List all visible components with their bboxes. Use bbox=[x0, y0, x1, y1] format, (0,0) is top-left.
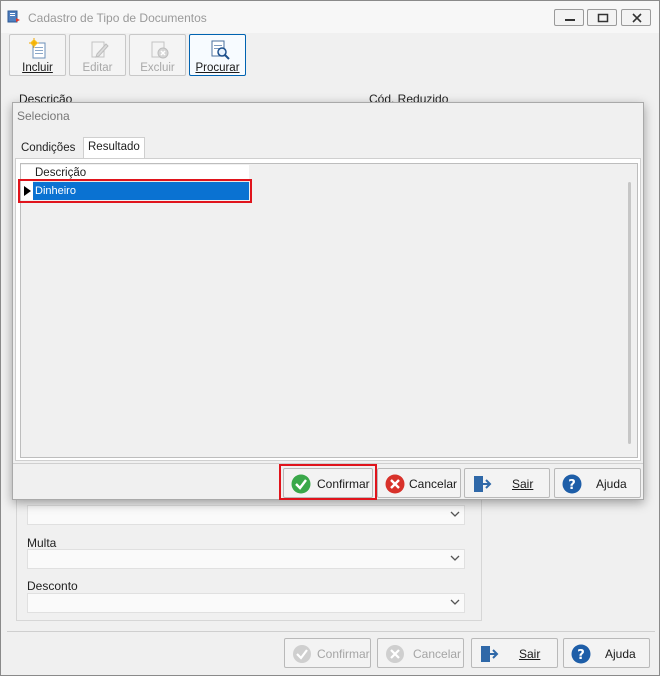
footer-cancelar-label: Cancelar bbox=[413, 647, 462, 661]
footer-ajuda-button[interactable]: ? Ajuda bbox=[563, 638, 650, 668]
help-icon: ? bbox=[562, 474, 582, 494]
dialog-cancelar-button[interactable]: Cancelar bbox=[377, 468, 461, 498]
close-button[interactable] bbox=[621, 9, 651, 26]
main-toolbar: Incluir Editar Excluir Procurar bbox=[7, 33, 653, 77]
main-window: Cadastro de Tipo de Documentos Incluir E… bbox=[0, 0, 660, 676]
grid-column-header-descricao[interactable]: Descrição bbox=[33, 165, 249, 182]
minimize-button[interactable] bbox=[554, 9, 584, 26]
tab-condicoes[interactable]: Condições bbox=[17, 139, 79, 159]
edit-document-icon bbox=[91, 41, 109, 58]
dialog-footer-separator bbox=[13, 463, 643, 464]
dialog-cancelar-label: Cancelar bbox=[409, 477, 458, 491]
column-header-label: Descrição bbox=[35, 167, 87, 179]
row-indicator-header bbox=[21, 165, 33, 182]
row-pointer-icon bbox=[24, 186, 31, 196]
editar-label: Editar bbox=[82, 62, 113, 74]
new-document-icon bbox=[29, 38, 46, 59]
multa-label: Multa bbox=[27, 536, 57, 550]
check-circle-icon bbox=[291, 474, 311, 494]
delete-document-icon bbox=[151, 41, 169, 59]
dialog-ajuda-button[interactable]: ? Ajuda bbox=[554, 468, 641, 498]
dialog-sair-label: Sair bbox=[512, 477, 534, 491]
combo-hidden-field[interactable] bbox=[27, 505, 465, 525]
dialog-title: Seleciona bbox=[17, 109, 70, 123]
maximize-button[interactable] bbox=[587, 9, 617, 26]
svg-text:?: ? bbox=[577, 648, 585, 663]
footer-cancelar-button[interactable]: Cancelar bbox=[377, 638, 464, 668]
chevron-down-icon bbox=[450, 511, 460, 517]
footer-confirmar-label: Confirmar bbox=[317, 647, 370, 661]
editar-button[interactable]: Editar bbox=[69, 34, 126, 76]
dialog-ajuda-label: Ajuda bbox=[596, 477, 627, 491]
window-title: Cadastro de Tipo de Documentos bbox=[28, 11, 207, 25]
cancel-circle-icon bbox=[386, 645, 404, 663]
seleciona-dialog: Seleciona Condições Resultado Descrição … bbox=[12, 102, 644, 500]
excluir-label: Excluir bbox=[140, 62, 175, 74]
cancel-circle-icon bbox=[385, 474, 405, 494]
incluir-button[interactable]: Incluir bbox=[9, 34, 66, 76]
incluir-label: Incluir bbox=[22, 62, 53, 74]
footer-ajuda-label: Ajuda bbox=[605, 647, 636, 661]
svg-text:?: ? bbox=[568, 478, 576, 493]
footer-sair-label: Sair bbox=[519, 647, 541, 661]
table-cell-descricao[interactable]: Dinheiro bbox=[33, 182, 249, 200]
help-icon: ? bbox=[571, 644, 591, 664]
close-icon bbox=[632, 13, 642, 23]
dialog-sair-button[interactable]: Sair bbox=[464, 468, 550, 498]
title-bar: Cadastro de Tipo de Documentos bbox=[1, 1, 659, 33]
document-app-icon bbox=[7, 10, 20, 23]
chevron-down-icon bbox=[450, 555, 460, 561]
table-row[interactable]: Dinheiro bbox=[18, 179, 252, 203]
chevron-down-icon bbox=[450, 599, 460, 605]
dialog-confirmar-button[interactable]: Confirmar bbox=[283, 468, 373, 498]
search-document-icon bbox=[211, 40, 230, 60]
desconto-combo[interactable] bbox=[27, 593, 465, 613]
procurar-label: Procurar bbox=[195, 62, 240, 74]
footer-confirmar-button[interactable]: Confirmar bbox=[284, 638, 371, 668]
multa-combo[interactable] bbox=[27, 549, 465, 569]
exit-door-icon bbox=[481, 646, 499, 662]
tab-resultado[interactable]: Resultado bbox=[83, 137, 145, 159]
excluir-button[interactable]: Excluir bbox=[129, 34, 186, 76]
dialog-confirmar-label: Confirmar bbox=[317, 477, 370, 491]
resultado-panel: Descrição Dinheiro bbox=[15, 158, 641, 461]
footer-sair-button[interactable]: Sair bbox=[471, 638, 558, 668]
footer-separator bbox=[7, 631, 655, 632]
minimize-icon bbox=[565, 19, 575, 21]
check-circle-icon bbox=[293, 645, 311, 663]
maximize-icon bbox=[597, 13, 609, 23]
procurar-button[interactable]: Procurar bbox=[189, 34, 246, 76]
desconto-label: Desconto bbox=[27, 579, 78, 593]
exit-door-icon bbox=[474, 476, 492, 492]
vertical-scrollbar[interactable] bbox=[628, 182, 631, 444]
results-grid: Descrição Dinheiro bbox=[18, 163, 638, 458]
